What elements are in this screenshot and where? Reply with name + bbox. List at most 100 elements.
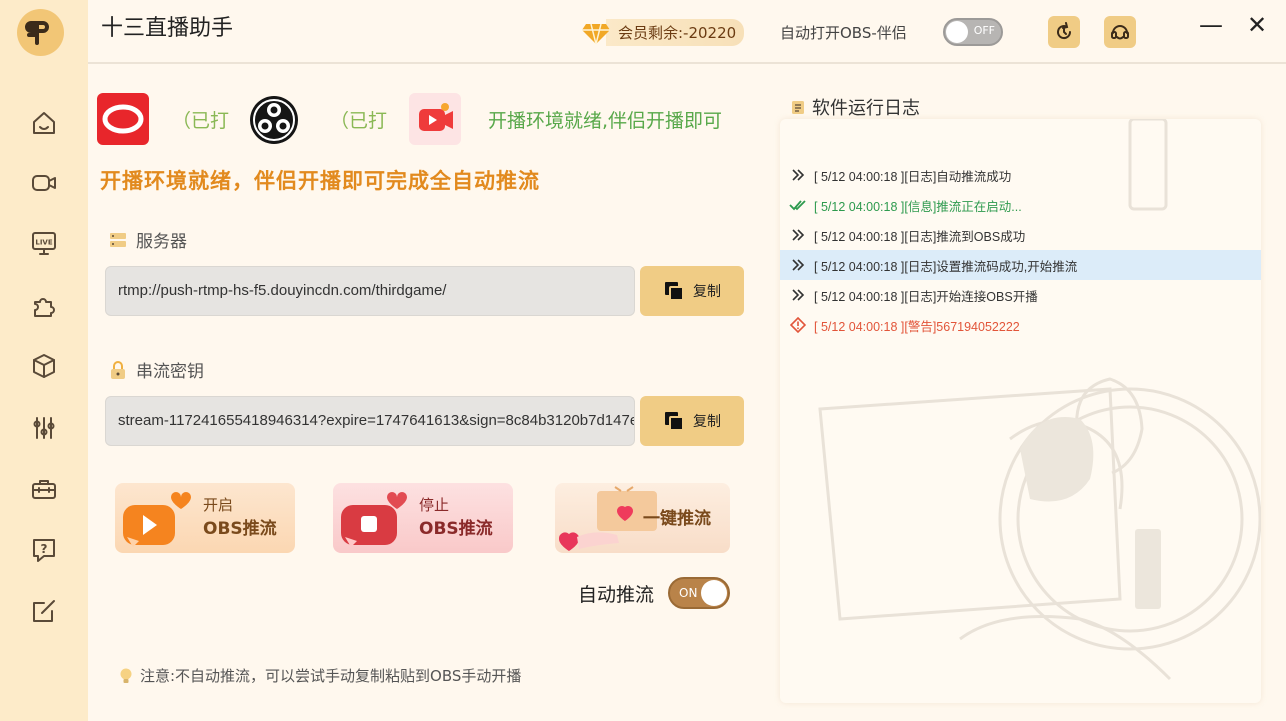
- clipboard-icon: [792, 101, 804, 114]
- status-banner: 开播环境就绪，伴侣开播即可完成全自动推流: [100, 169, 540, 193]
- sidebar-item-settings[interactable]: [24, 408, 64, 448]
- copy-stream-key-button[interactable]: 复制: [640, 396, 744, 446]
- log-entry: [ 5/12 04:00:18 ][信息]推流正在启动...: [780, 190, 1261, 220]
- home-icon: [33, 112, 55, 134]
- log-entry: [ 5/12 04:00:18 ][日志]设置推流码成功,开始推流: [780, 250, 1261, 280]
- double-check-icon: [786, 199, 810, 211]
- toolbox-icon: [32, 480, 56, 499]
- log-entry-text: [ 5/12 04:00:18 ][日志]自动推流成功: [814, 169, 1012, 184]
- log-entry: [ 5/12 04:00:18 ][警告]567194052222: [780, 310, 1261, 340]
- svg-text:LIVE: LIVE: [35, 239, 52, 247]
- log-title-row: 软件运行日志: [790, 94, 920, 120]
- one-key-label: 一键推流: [643, 509, 711, 529]
- log-entry-text: [ 5/12 04:00:18 ][日志]推流到OBS成功: [814, 229, 1026, 244]
- sliders-icon: [33, 417, 55, 439]
- log-entry-text: [ 5/12 04:00:18 ][日志]设置推流码成功,开始推流: [814, 259, 1078, 274]
- refresh-button[interactable]: [1048, 16, 1080, 48]
- app-logo: [17, 9, 64, 56]
- server-icon: [110, 232, 126, 247]
- log-title: 软件运行日志: [812, 98, 920, 119]
- chevrons-right-icon: [786, 169, 810, 181]
- server-label: 服务器: [136, 232, 187, 252]
- copy-icon: [665, 282, 684, 301]
- copy-server-button[interactable]: 复制: [640, 266, 744, 316]
- companion-logo[interactable]: [409, 93, 461, 145]
- companion-status: 开播环境就绪,伴侣开播即可: [488, 110, 723, 132]
- log-entry-text: [ 5/12 04:00:18 ][信息]推流正在启动...: [814, 199, 1022, 214]
- auto-open-obs-toggle[interactable]: OFF: [943, 18, 1003, 46]
- help-icon: ?: [33, 539, 55, 562]
- lock-icon: [111, 360, 125, 379]
- stop-label-line2: OBS推流: [419, 519, 493, 539]
- app-title: 十三直播助手: [101, 16, 234, 41]
- sidebar-item-live[interactable]: LIVE: [24, 223, 64, 263]
- auto-push-state: ON: [679, 586, 698, 600]
- title-bar: 十三直播助手 会员剩余:-20220 自动打开OBS-伴侣 OFF — ✕: [88, 0, 1286, 64]
- vip-remaining: 会员剩余:-20220: [606, 18, 745, 46]
- sidebar-item-home[interactable]: [24, 103, 64, 143]
- notice: 注意:不自动推流，可以尝试手动复制粘贴到OBS手动开播: [118, 665, 521, 686]
- lightbulb-icon: [120, 668, 132, 683]
- sidebar-item-package[interactable]: [24, 346, 64, 386]
- companion-icon: [419, 103, 453, 131]
- auto-push-label: 自动推流: [578, 584, 655, 606]
- chevrons-right-icon: [786, 289, 810, 301]
- obs-logo[interactable]: [250, 96, 298, 144]
- sidebar-item-help[interactable]: ?: [24, 530, 64, 570]
- copy-icon: [665, 412, 684, 431]
- copy-stream-key-label: 复制: [693, 414, 721, 430]
- edit-icon: [33, 600, 55, 622]
- play-icon: [123, 492, 191, 547]
- sidebar: LIVE ?: [0, 0, 88, 721]
- sidebar-item-camera[interactable]: [24, 163, 64, 203]
- auto-push-toggle[interactable]: ON: [668, 577, 730, 609]
- douyin-logo[interactable]: [97, 93, 149, 145]
- live-icon: LIVE: [32, 232, 56, 255]
- minimize-button[interactable]: —: [1196, 10, 1226, 40]
- stream-key-label-row: 串流密钥: [108, 357, 204, 382]
- toggle-state: OFF: [973, 24, 995, 37]
- stop-obs-push-button[interactable]: 停止 OBS推流: [333, 483, 513, 553]
- douyin-icon: [102, 104, 144, 134]
- obs-icon: [253, 99, 295, 141]
- log-entry: [ 5/12 04:00:18 ][日志]自动推流成功: [780, 160, 1261, 190]
- log-entry: [ 5/12 04:00:18 ][日志]推流到OBS成功: [780, 220, 1261, 250]
- start-label-line1: 开启: [203, 496, 234, 514]
- douyin-status: （已打: [172, 110, 230, 132]
- headset-icon: [1111, 25, 1129, 40]
- stream-key-label: 串流密钥: [136, 362, 204, 382]
- log-entry-text: [ 5/12 04:00:18 ][日志]开始连接OBS开播: [814, 289, 1038, 304]
- one-key-push-button[interactable]: 一键推流: [555, 483, 730, 553]
- sidebar-item-feedback[interactable]: [24, 591, 64, 631]
- support-button[interactable]: [1104, 16, 1136, 48]
- copy-server-label: 复制: [693, 284, 721, 300]
- camera-icon: [32, 175, 56, 191]
- vip-badge[interactable]: 会员剩余:-20220: [580, 18, 756, 46]
- start-obs-push-button[interactable]: 开启 OBS推流: [115, 483, 295, 553]
- log-panel[interactable]: [ 5/12 04:00:18 ][日志]自动推流成功 [ 5/12 04:00…: [780, 119, 1261, 703]
- log-entry: [ 5/12 04:00:18 ][日志]开始连接OBS开播: [780, 280, 1261, 310]
- chevrons-right-icon: [786, 259, 810, 271]
- notice-text: 注意:不自动推流，可以尝试手动复制粘贴到OBS手动开播: [140, 667, 522, 685]
- warning-icon: [786, 317, 810, 333]
- sidebar-item-tools[interactable]: [24, 469, 64, 509]
- toggle-knob: [946, 21, 968, 43]
- start-label-line2: OBS推流: [203, 519, 277, 539]
- toggle-knob: [701, 580, 727, 606]
- sidebar-item-plugins[interactable]: [24, 285, 64, 325]
- refresh-icon: [1057, 22, 1072, 40]
- diamond-icon: [580, 18, 612, 46]
- stream-key-field[interactable]: stream-117241655418946314?expire=1747641…: [105, 396, 635, 446]
- puzzle-icon: [34, 298, 55, 317]
- svg-text:?: ?: [41, 542, 48, 556]
- log-entry-text: [ 5/12 04:00:18 ][警告]567194052222: [814, 319, 1020, 334]
- logo-icon: [24, 20, 49, 45]
- server-label-row: 服务器: [108, 227, 187, 252]
- box-icon: [33, 354, 55, 378]
- auto-open-obs-label: 自动打开OBS-伴侣: [780, 24, 907, 42]
- server-url-field[interactable]: rtmp://push-rtmp-hs-f5.douyincdn.com/thi…: [105, 266, 635, 316]
- stop-icon: [341, 492, 407, 547]
- chevrons-right-icon: [786, 229, 810, 241]
- stop-label-line1: 停止: [419, 496, 450, 514]
- close-button[interactable]: ✕: [1242, 10, 1272, 40]
